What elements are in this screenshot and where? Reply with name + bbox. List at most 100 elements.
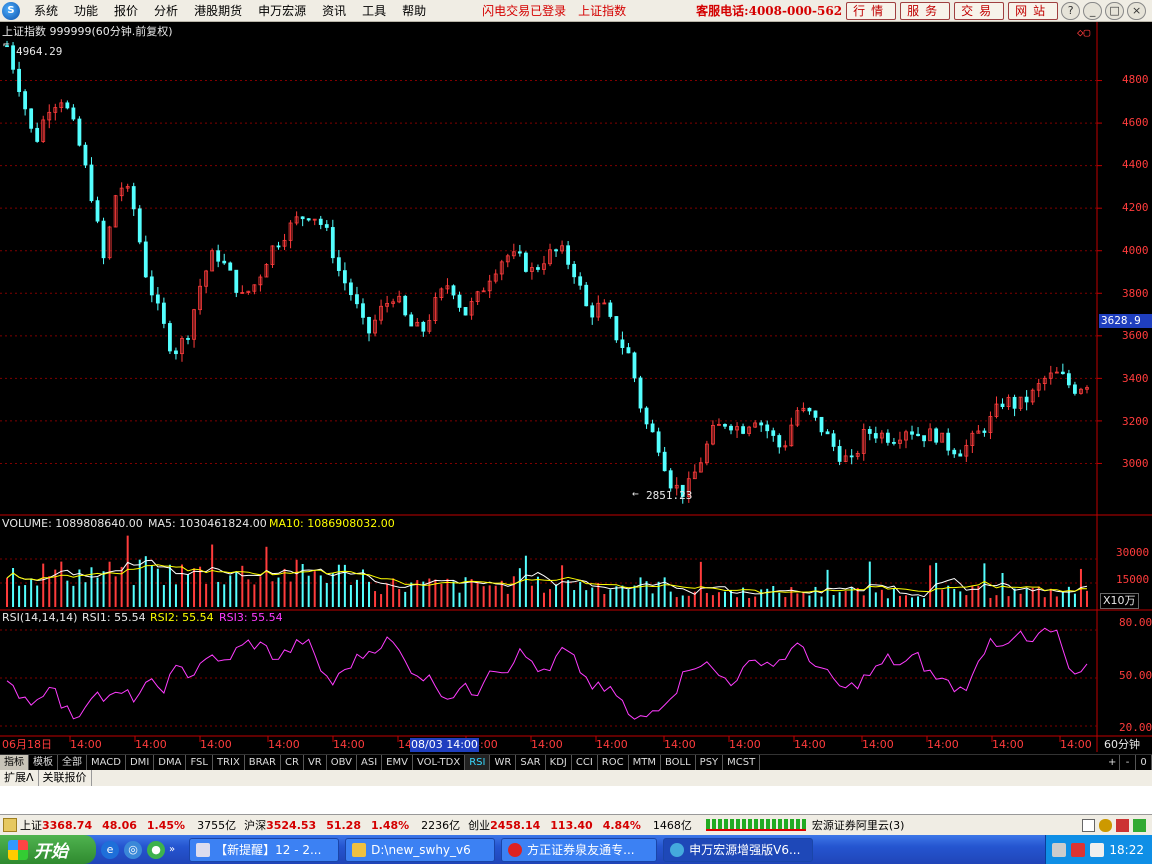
quicklaunch-more-icon[interactable]: » [169, 844, 175, 855]
menu-function[interactable]: 功能 [66, 0, 106, 22]
menu-system[interactable]: 系统 [26, 0, 66, 22]
task-forum-label: 【新提醒】12 - 2... [215, 843, 322, 857]
indicator-tab-mcst[interactable]: MCST [723, 755, 761, 770]
indicator-tab-rsi[interactable]: RSI [465, 755, 491, 770]
candle-body [584, 284, 589, 307]
candle-body [330, 227, 335, 259]
time-tick-0: 06月18日 [2, 738, 52, 751]
time-tick-15: 14:00 [992, 738, 1024, 751]
indicator-tab-psy[interactable]: PSY [696, 755, 724, 770]
indicator-tab-asi[interactable]: ASI [357, 755, 383, 770]
indicator-tab-vr[interactable]: VR [304, 755, 327, 770]
indicator-tab-brar[interactable]: BRAR [245, 755, 281, 770]
task-swhy[interactable]: 申万宏源增强版V6... [663, 837, 814, 862]
y-tick-3200: 3200 [1122, 415, 1149, 428]
reset-button[interactable]: 0 [1136, 755, 1152, 770]
chart-canvas[interactable] [0, 22, 1152, 754]
green-circle-icon[interactable]: ● [147, 840, 165, 859]
candlestick-series [5, 40, 1089, 504]
current-index-name[interactable]: 上证指数 [578, 2, 626, 19]
candle-body [934, 428, 939, 443]
menu-hk-futures[interactable]: 港股期货 [186, 0, 250, 22]
candle-body [554, 249, 558, 252]
zoom-in-button[interactable]: + [1104, 755, 1120, 770]
menu-analysis[interactable]: 分析 [146, 0, 186, 22]
menu-quote[interactable]: 报价 [106, 0, 146, 22]
candle-body [306, 218, 311, 221]
network-icon[interactable] [1052, 842, 1067, 857]
y-tick-4200: 4200 [1122, 201, 1149, 214]
close-icon[interactable]: × [1127, 1, 1147, 20]
indicator-tab-trix[interactable]: TRIX [213, 755, 245, 770]
menu-news[interactable]: 资讯 [314, 0, 354, 22]
alert-icon[interactable] [1116, 818, 1129, 832]
online-icon[interactable] [1133, 818, 1146, 832]
chart-area[interactable]: 上证指数 999999(60分钟.前复权) ◇▢ 4964.29 ⌐ 2851.… [0, 22, 1152, 754]
candle-body [342, 270, 347, 284]
antivirus-icon[interactable] [1071, 842, 1086, 857]
indicator-tab-mtm[interactable]: MTM [629, 755, 661, 770]
indicator-tab-wr[interactable]: WR [490, 755, 517, 770]
chart-mode-icons[interactable]: ◇▢ [1077, 26, 1090, 40]
indicator-tab-emv[interactable]: EMV [382, 755, 413, 770]
indicator-tab---0[interactable]: 指标 [0, 755, 29, 770]
restore-icon[interactable]: □ [1105, 1, 1125, 20]
service-button[interactable]: 服务 [900, 1, 951, 20]
minimize-icon[interactable]: _ [1083, 1, 1103, 20]
menu-swhy[interactable]: 申万宏源 [250, 0, 314, 22]
status-tray-icons[interactable] [1082, 818, 1146, 832]
zoom-out-button[interactable]: - [1120, 755, 1136, 770]
folder-icon [352, 842, 367, 857]
browser-icon[interactable]: ◎ [124, 840, 142, 859]
cy-change: 113.40 [550, 818, 593, 832]
tab-extension[interactable]: 扩展Λ [0, 770, 39, 786]
indicator-tab---2[interactable]: 全部 [58, 755, 87, 770]
indicator-tab-dmi[interactable]: DMI [126, 755, 155, 770]
app-globe-icon[interactable]: S [2, 1, 20, 20]
help-window-icon[interactable]: ? [1061, 1, 1081, 20]
window-icon[interactable] [1082, 818, 1095, 832]
indicator-tab-fsl[interactable]: FSL [186, 755, 213, 770]
broker-server[interactable]: 宏源证券阿里云(3) [812, 817, 905, 833]
rsi1-value: RSI1: 55.54 [82, 611, 146, 624]
start-button[interactable]: 开始 [0, 835, 96, 864]
menu-help[interactable]: 帮助 [394, 0, 434, 22]
indicator-tab---1[interactable]: 模板 [29, 755, 58, 770]
indicator-tab-kdj[interactable]: KDJ [546, 755, 572, 770]
candle-body [1066, 373, 1071, 386]
website-button[interactable]: 网站 [1008, 1, 1059, 20]
extension-panel [0, 786, 1152, 814]
clock[interactable]: 18:22 [1109, 843, 1144, 857]
task-forum[interactable]: 【新提醒】12 - 2... [189, 837, 340, 862]
task-fangzheng[interactable]: 方正证券泉友通专... [501, 837, 658, 862]
candle-body [958, 453, 963, 457]
start-label: 开始 [34, 842, 68, 862]
trade-button[interactable]: 交易 [954, 1, 1005, 20]
period-selector[interactable]: 60分钟 [1104, 738, 1140, 752]
volume-icon[interactable] [1090, 842, 1105, 857]
candle-body [608, 302, 613, 317]
menu-tools[interactable]: 工具 [354, 0, 394, 22]
indicator-tab-cci[interactable]: CCI [572, 755, 598, 770]
task-fangzheng-label: 方正证券泉友通专... [527, 843, 635, 857]
indicator-tab-roc[interactable]: ROC [598, 755, 629, 770]
indicator-tab-boll[interactable]: BOLL [661, 755, 696, 770]
indicator-tab-sar[interactable]: SAR [516, 755, 546, 770]
indicator-tab-macd[interactable]: MACD [87, 755, 126, 770]
tab-related-quotes[interactable]: 关联报价 [39, 770, 92, 786]
ie-icon[interactable]: e [101, 840, 119, 859]
candle-body [83, 144, 88, 166]
market-button[interactable]: 行情 [846, 1, 897, 20]
status-lock-icon[interactable] [3, 818, 17, 832]
flash-trade-status[interactable]: 闪电交易已登录 [482, 2, 566, 19]
candle-body [23, 91, 28, 110]
app-window: S 系统 功能 报价 分析 港股期货 申万宏源 资讯 工具 帮助 闪电交易已登录… [0, 0, 1152, 864]
indicator-tab-vol-tdx[interactable]: VOL-TDX [413, 755, 466, 770]
signal-icon[interactable] [1099, 818, 1112, 832]
high-price-label: 4964.29 [16, 45, 63, 58]
indicator-tab-dma[interactable]: DMA [154, 755, 187, 770]
task-folder[interactable]: D:\new_swhy_v6 [345, 837, 496, 862]
indicator-tab-obv[interactable]: OBV [327, 755, 357, 770]
volume-tick-15000: 15000 [1116, 573, 1150, 586]
indicator-tab-cr[interactable]: CR [281, 755, 304, 770]
